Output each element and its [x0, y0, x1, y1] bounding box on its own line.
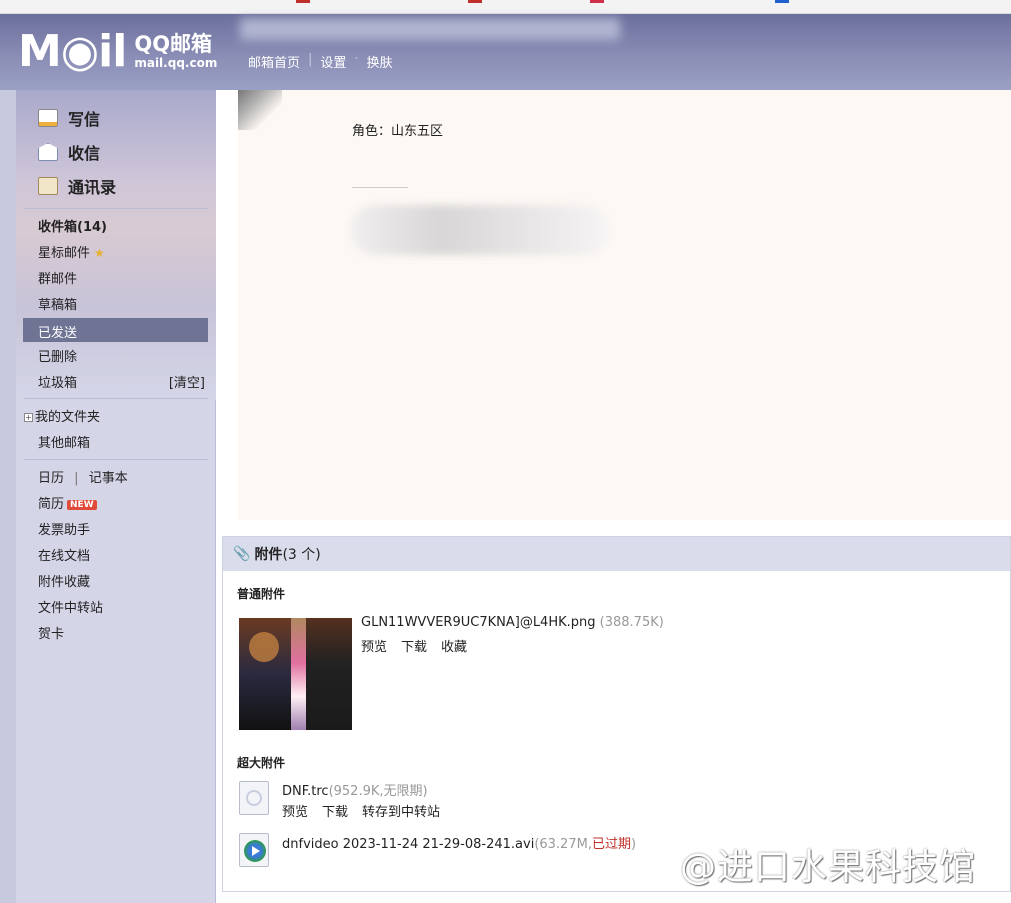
letter-stationery — [238, 90, 1011, 520]
sidebar-item-notes[interactable]: 记事本 — [89, 471, 128, 486]
sidebar-item-online-docs[interactable]: 在线文档 — [38, 545, 90, 564]
new-badge: NEW — [67, 500, 97, 510]
large-attachments-title: 超大附件 — [237, 756, 286, 770]
nav-separator: | — [308, 52, 313, 67]
normal-attachments-title: 普通附件 — [237, 587, 286, 601]
browser-bookmark-strip — [0, 0, 1011, 14]
attachment-name[interactable]: DNF.trc — [282, 784, 329, 799]
sidebar-item-drafts[interactable]: 草稿箱 — [38, 294, 77, 313]
attachment-title: 附件 — [254, 547, 283, 563]
star-icon: ★ — [94, 246, 105, 260]
attachment-name[interactable]: dnfvideo 2023-11-24 21-29-08-241.avi — [282, 837, 534, 852]
attachment-name[interactable]: GLN11WVVER9UC7KNA]@L4HK.png — [361, 615, 596, 630]
attachment-filename[interactable]: DNF.trc(952.9K,无限期) — [282, 780, 428, 799]
preview-link[interactable]: 预览 — [361, 636, 387, 655]
attachment-filename[interactable]: GLN11WVVER9UC7KNA]@L4HK.png (388.75K) — [361, 615, 664, 630]
expand-icon[interactable]: + — [24, 413, 33, 422]
nav-separator: | — [74, 471, 79, 486]
top-nav: 邮箱首页 | 设置 · 换肤 — [248, 52, 393, 71]
bookmark-icon[interactable] — [775, 0, 789, 3]
attachment-actions: 预览 下载 收藏 — [361, 636, 467, 655]
sidebar-item-label: 我的文件夹 — [35, 410, 101, 425]
sidebar-item-file-transfer[interactable]: 文件中转站 — [38, 597, 103, 616]
file-icon — [239, 781, 269, 815]
blurred-signature — [350, 205, 610, 255]
preview-link[interactable]: 预览 — [282, 801, 308, 820]
pencil-icon — [38, 109, 58, 127]
attachment-size: (63.27M, — [534, 837, 592, 852]
nav-skin-link[interactable]: 换肤 — [367, 52, 393, 71]
bookmark-icon[interactable] — [590, 0, 604, 3]
nav-settings-link[interactable]: 设置 — [320, 52, 346, 71]
attachment-size: (952.9K,无限期) — [328, 784, 428, 799]
receive-button[interactable]: 收信 — [38, 140, 100, 164]
sidebar-item-invoice[interactable]: 发票助手 — [38, 519, 90, 538]
page-curl-decoration — [238, 90, 282, 130]
sidebar-item-resume[interactable]: 简历 NEW — [38, 493, 97, 512]
empty-spam-link[interactable]: [清空] — [169, 372, 205, 391]
compose-label: 写信 — [68, 110, 101, 129]
sidebar-item-label: 星标邮件 — [38, 246, 91, 261]
qqmail-logo[interactable]: M◉il QQ邮箱 mail.qq.com — [18, 30, 217, 74]
sidebar-item-spam[interactable]: 垃圾箱 — [38, 372, 77, 391]
expired-status: 已过期 — [591, 837, 631, 852]
logo-mail-text: M◉il — [18, 26, 127, 77]
save-to-transfer-link[interactable]: 转存到中转站 — [362, 801, 440, 820]
attachment-count: (3 个) — [282, 547, 321, 563]
nav-home-link[interactable]: 邮箱首页 — [248, 52, 300, 71]
attachment-header: 📎 附件 (3 个) — [223, 537, 1010, 571]
sidebar-item-my-folders[interactable]: + 我的文件夹 — [24, 406, 100, 425]
contact-card-icon — [38, 177, 58, 195]
favorite-link[interactable]: 收藏 — [441, 636, 467, 655]
contacts-label: 通讯录 — [68, 178, 117, 197]
download-link[interactable]: 下载 — [322, 801, 348, 820]
mail-header: M◉il QQ邮箱 mail.qq.com 邮箱首页 | 设置 · 换肤 — [0, 14, 1011, 90]
contacts-button[interactable]: 通讯录 — [38, 174, 116, 198]
bookmark-icon[interactable] — [468, 0, 482, 3]
sidebar-item-other-mailbox[interactable]: 其他邮箱 — [38, 432, 90, 451]
image-attachment-thumbnail[interactable] — [239, 618, 352, 730]
sidebar-calendar-notes: 日历 | 记事本 — [38, 467, 128, 486]
nav-separator: · — [354, 52, 359, 67]
divider — [24, 398, 208, 399]
compose-button[interactable]: 写信 — [38, 106, 100, 130]
divider — [24, 459, 208, 460]
sidebar-item-group-mail[interactable]: 群邮件 — [38, 268, 77, 287]
mail-read-pane: 角色：山东五区 📎 附件 (3 个) 普通附件 GLN11WVVER9UC7KN… — [216, 90, 1011, 903]
signature-divider — [352, 187, 408, 188]
sidebar-item-deleted[interactable]: 已删除 — [38, 346, 77, 365]
paperclip-icon: 📎 — [233, 546, 251, 562]
sidebar: 写信 收信 通讯录 收件箱(14) 星标邮件 ★ 群邮件 草稿箱 已发送 已删除 … — [16, 90, 216, 903]
left-gutter — [0, 90, 16, 903]
sidebar-item-attachment-favorites[interactable]: 附件收藏 — [38, 571, 90, 590]
envelope-icon — [38, 143, 58, 161]
sidebar-item-label: 已发送 — [38, 326, 78, 341]
sidebar-item-greeting-card[interactable]: 贺卡 — [38, 623, 64, 642]
sidebar-item-sent[interactable]: 已发送 — [23, 318, 208, 342]
mail-body-role-line: 角色：山东五区 — [352, 124, 444, 139]
divider — [24, 208, 208, 209]
download-link[interactable]: 下载 — [401, 636, 427, 655]
attachment-filename[interactable]: dnfvideo 2023-11-24 21-29-08-241.avi(63.… — [282, 833, 636, 852]
logo-qq-text: QQ邮箱 — [134, 32, 213, 56]
attachment-actions: 预览 下载 转存到中转站 — [282, 801, 440, 820]
logo-domain-text: mail.qq.com — [134, 56, 218, 70]
sidebar-item-starred[interactable]: 星标邮件 ★ — [38, 242, 105, 261]
watermark-text: @进口水果科技馆 — [680, 847, 977, 888]
receive-label: 收信 — [68, 144, 101, 163]
blurred-account-info — [240, 18, 620, 40]
sidebar-item-label: 简历 — [38, 497, 65, 512]
bookmark-icon[interactable] — [296, 0, 310, 3]
sidebar-item-inbox[interactable]: 收件箱(14) — [38, 216, 107, 235]
sidebar-item-calendar[interactable]: 日历 — [38, 471, 64, 486]
video-file-icon — [239, 833, 269, 867]
attachment-size-close: ) — [630, 837, 637, 852]
attachment-size: (388.75K) — [599, 615, 664, 630]
